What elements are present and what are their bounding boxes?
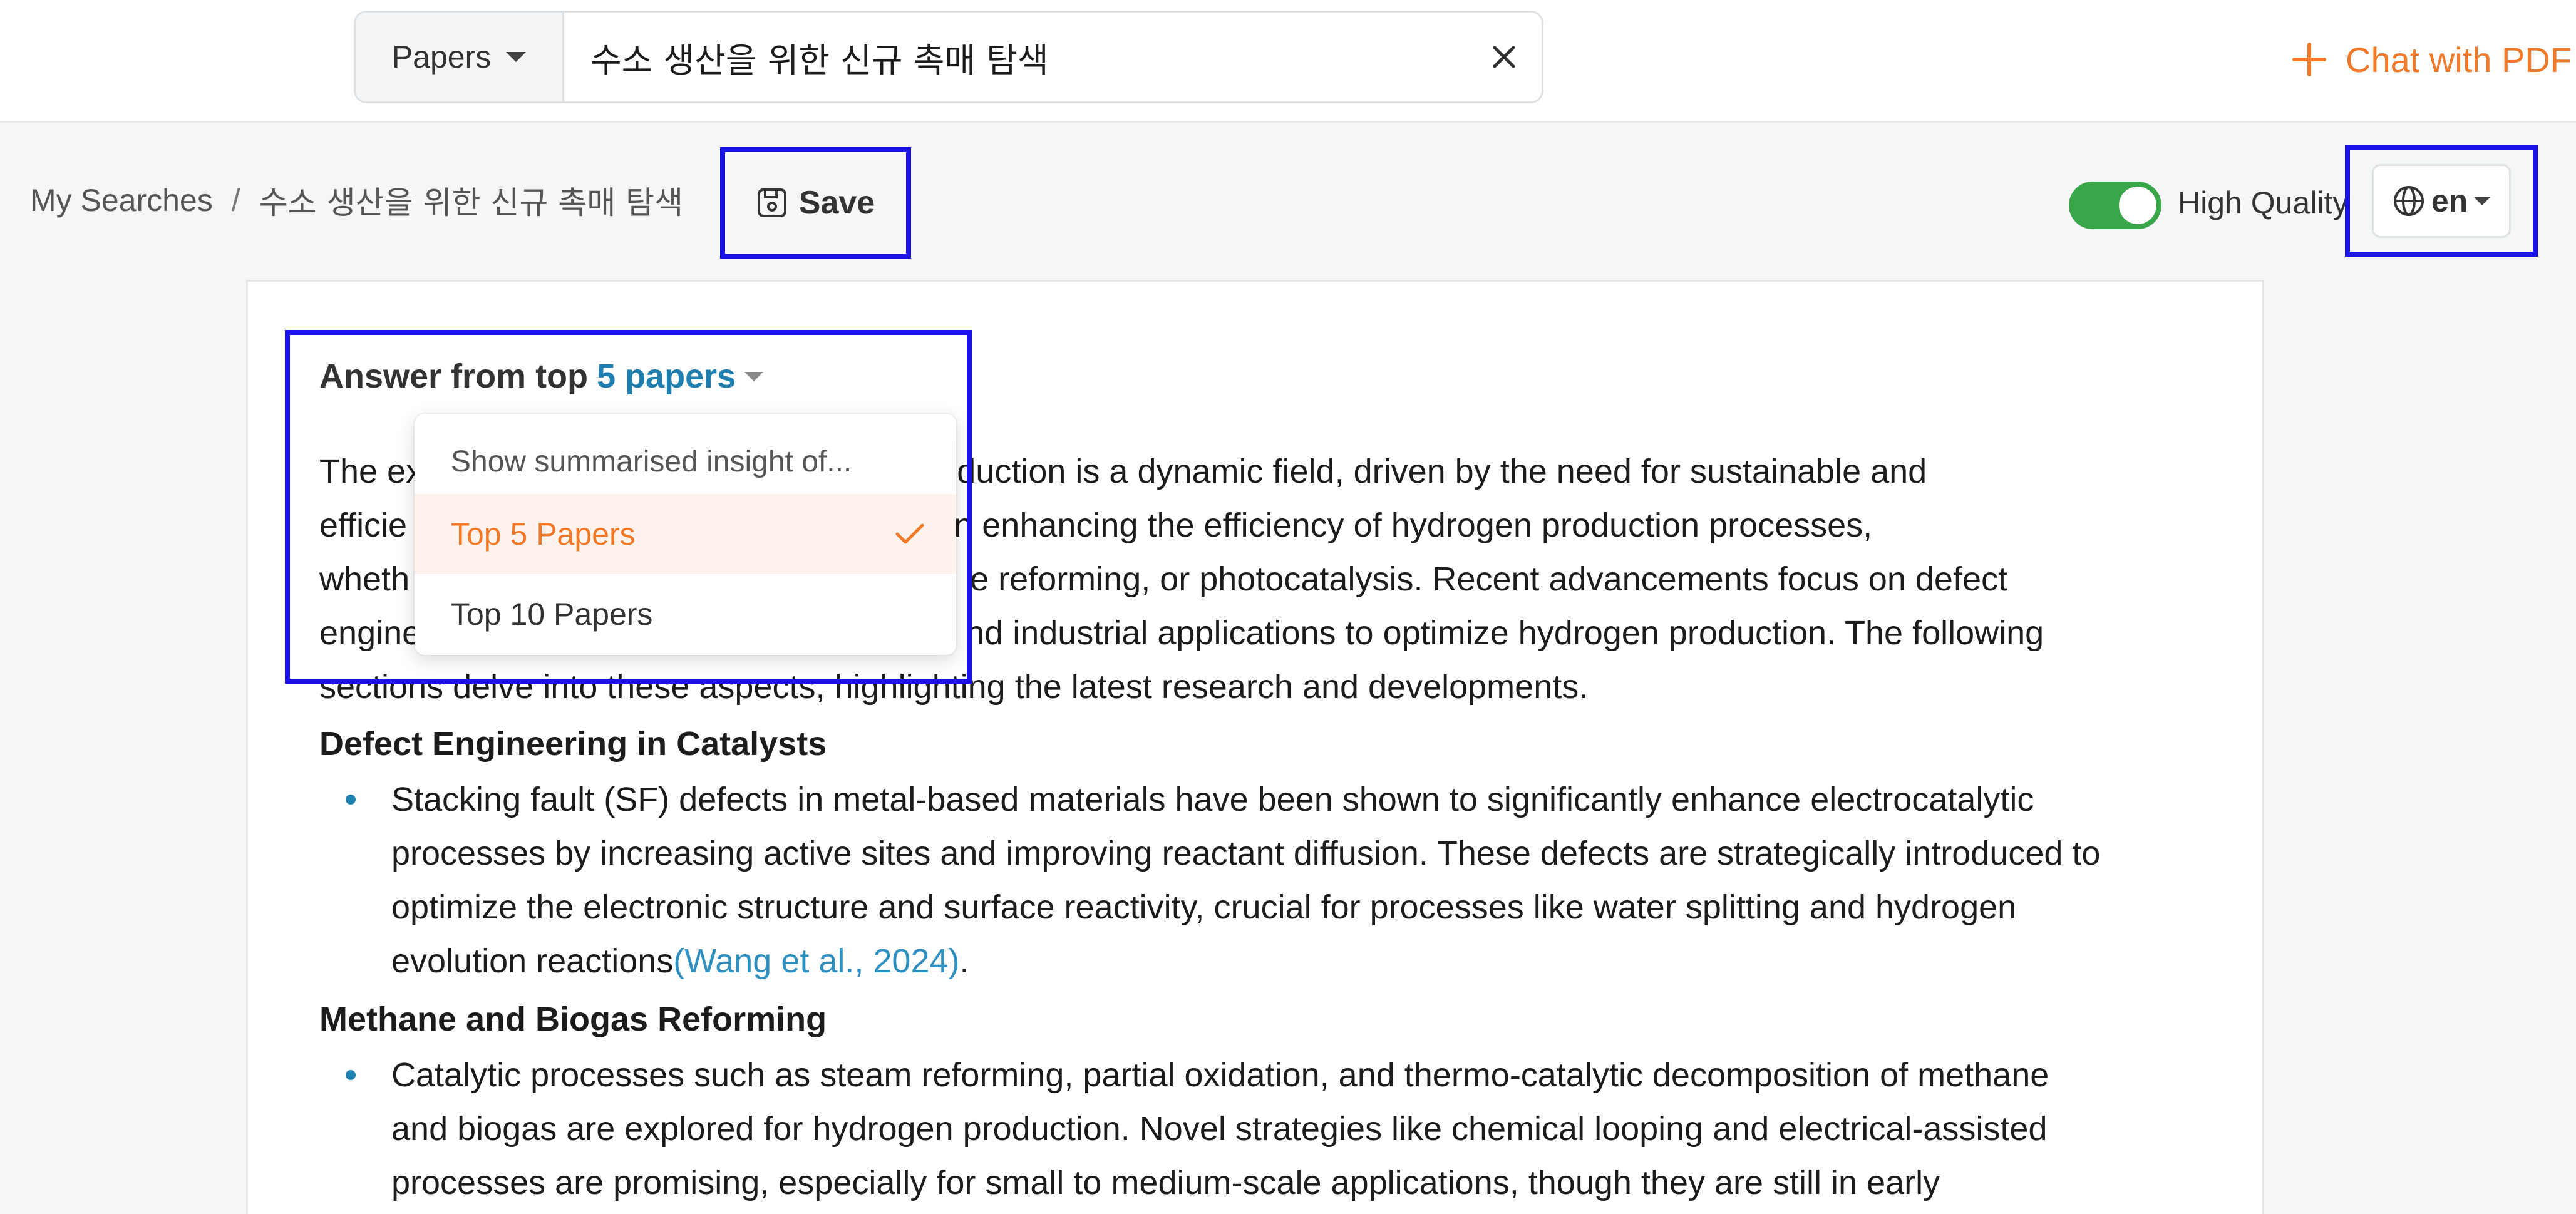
chevron-down-icon (2474, 197, 2491, 205)
breadcrumb-separator: / (231, 183, 240, 218)
section-heading: Methane and Biogas Reforming (319, 1001, 827, 1038)
section-bullet: Catalytic processes such as steam reform… (391, 1056, 2049, 1201)
bullet-dot (346, 1070, 356, 1080)
option-top-5-papers[interactable]: Top 5 Papers (415, 494, 956, 574)
plus-icon (2292, 43, 2326, 76)
chevron-down-icon (744, 371, 764, 381)
section-heading: Defect Engineering in Catalysts (319, 725, 827, 763)
bullet-dot (346, 795, 356, 805)
save-label: Save (798, 185, 875, 221)
breadcrumb: My Searches / 수소 생산을 위한 신규 촉매 탐색 (30, 178, 683, 222)
chat-with-pdf-label: Chat with PDF (2346, 39, 2572, 80)
language-select[interactable]: en (2372, 164, 2511, 238)
option-label: Top 5 Papers (451, 517, 636, 552)
section-bullet: Stacking fault (SF) defects in metal-bas… (391, 781, 2101, 980)
intro-line: sections delve into these aspects, highl… (319, 668, 1589, 706)
scope-select[interactable]: Papers (356, 13, 564, 101)
search-input[interactable]: 수소 생산을 위한 신규 촉매 탐색 (564, 33, 1466, 82)
scope-label: Papers (391, 39, 492, 75)
citation-link[interactable]: (Wang et al., 2024) (673, 942, 959, 980)
language-code: en (2431, 183, 2468, 219)
globe-icon (2393, 186, 2424, 216)
save-icon (757, 188, 786, 217)
breadcrumb-current: 수소 생산을 위한 신규 촉매 탐색 (259, 185, 684, 221)
language-select-frame: en (2345, 145, 2538, 257)
high-quality-label: High Quality (2178, 185, 2349, 220)
top-bar: Papers 수소 생산을 위한 신규 촉매 탐색 Chat with PDF (0, 0, 2576, 123)
answer-prefix: Answer from top (319, 358, 589, 395)
summary-source-dropdown: Show summarised insight of... Top 5 Pape… (415, 414, 956, 655)
option-top-10-papers[interactable]: Top 10 Papers (415, 574, 956, 654)
paper-count-link[interactable]: 5 papers (597, 357, 736, 396)
answer-source-selector[interactable]: Answer from top 5 papers (319, 357, 764, 396)
chevron-down-icon (506, 52, 527, 62)
option-label: Top 10 Papers (451, 597, 653, 632)
close-icon (1493, 46, 1515, 68)
breadcrumb-my-searches[interactable]: My Searches (30, 182, 213, 219)
search-box: Papers 수소 생산을 위한 신규 촉매 탐색 (354, 11, 1543, 103)
dropdown-title: Show summarised insight of... (451, 445, 852, 478)
toggle-knob (2119, 187, 2156, 224)
clear-search-button[interactable] (1466, 13, 1542, 101)
chat-with-pdf-button[interactable]: Chat with PDF (2292, 31, 2572, 88)
check-icon (895, 523, 924, 544)
high-quality-toggle[interactable] (2069, 182, 2161, 229)
save-button[interactable]: Save (720, 147, 911, 259)
